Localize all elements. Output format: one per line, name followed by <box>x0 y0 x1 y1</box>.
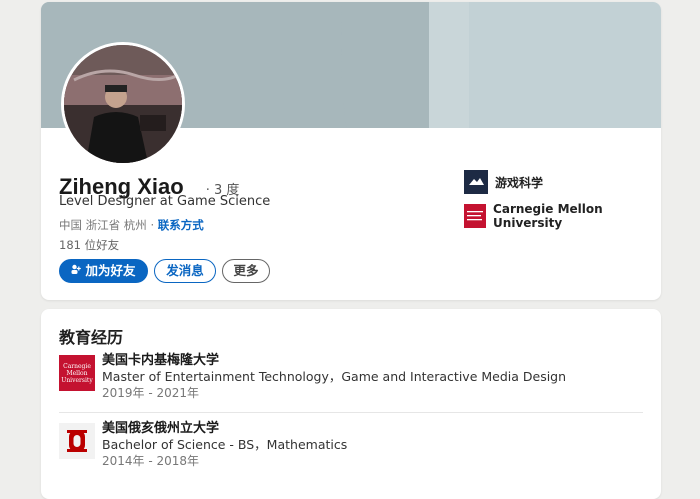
cmu-logo-icon: Carnegie Mellon University <box>59 355 95 391</box>
degree-text: Master of Entertainment Technology，Game … <box>102 369 567 384</box>
friends-count[interactable]: 181 位好友 <box>59 237 119 253</box>
profile-headline: Level Designer at Game Science <box>59 194 271 209</box>
school-name: 美国卡内基梅隆大学 <box>102 353 220 368</box>
section-title: 教育经历 <box>59 328 124 347</box>
ohio-state-logo-icon <box>59 423 95 459</box>
location-text: 中国 浙江省 杭州 · <box>59 218 155 232</box>
divider <box>59 412 643 413</box>
org-name: 游戏科学 <box>495 175 544 190</box>
add-person-icon <box>71 261 82 283</box>
education-card: 教育经历 Carnegie Mellon University 美国卡内基梅隆大… <box>41 309 661 499</box>
org-cmu[interactable]: Carnegie Mellon University <box>464 202 661 230</box>
date-range: 2019年 - 2021年 <box>102 386 200 400</box>
more-button[interactable]: 更多 <box>222 259 270 283</box>
cmu-logo-text: Carnegie Mellon University <box>61 362 93 384</box>
profile-card: Ziheng Xiao · 3 度 Level Designer at Game… <box>41 2 661 300</box>
message-button[interactable]: 发消息 <box>154 259 216 283</box>
cmu-logo-icon <box>464 204 487 228</box>
avatar[interactable] <box>61 42 185 166</box>
add-friend-button[interactable]: 加为好友 <box>59 259 148 283</box>
game-science-logo-icon <box>464 170 488 194</box>
school-name: 美国俄亥俄州立大学 <box>102 421 220 436</box>
contact-info-link[interactable]: 联系方式 <box>158 218 204 232</box>
org-game-science[interactable]: 游戏科学 <box>464 170 543 194</box>
date-range: 2014年 - 2018年 <box>102 454 200 468</box>
add-friend-label: 加为好友 <box>85 263 136 278</box>
profile-location: 中国 浙江省 杭州 · 联系方式 <box>59 217 204 233</box>
degree-text: Bachelor of Science - BS，Mathematics <box>102 437 348 452</box>
org-name: Carnegie Mellon University <box>493 202 603 230</box>
